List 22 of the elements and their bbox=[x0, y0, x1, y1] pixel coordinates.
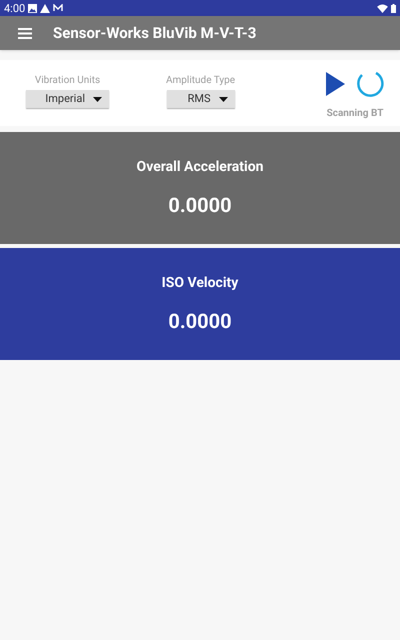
reading-value: 0.0000 bbox=[168, 192, 232, 218]
image-icon bbox=[28, 4, 38, 12]
warning-icon bbox=[40, 4, 50, 12]
menu-icon bbox=[18, 28, 32, 38]
reading-title: ISO Velocity bbox=[162, 274, 238, 292]
wifi-icon bbox=[377, 4, 388, 12]
status-time: 4:00 bbox=[4, 2, 26, 14]
dropdown-label: Vibration Units bbox=[34, 75, 100, 87]
dropdown[interactable]: Imperial bbox=[26, 90, 109, 108]
caret-icon bbox=[93, 96, 102, 102]
dropdown[interactable]: RMS bbox=[166, 90, 235, 108]
play-icon bbox=[326, 72, 345, 96]
dropdown-label: Amplitude Type bbox=[166, 75, 236, 87]
scan-status: Scanning BT bbox=[326, 107, 384, 121]
reading-value: 0.0000 bbox=[168, 308, 232, 334]
battery-icon bbox=[391, 4, 396, 12]
play-button[interactable] bbox=[326, 71, 346, 97]
caret-icon bbox=[218, 96, 228, 102]
reading-title: Overall Acceleration bbox=[136, 158, 264, 176]
loading-spinner-icon bbox=[356, 70, 384, 98]
mail-icon bbox=[53, 4, 64, 12]
app-title: Sensor-Works BluVib M-V-T-3 bbox=[53, 22, 256, 44]
